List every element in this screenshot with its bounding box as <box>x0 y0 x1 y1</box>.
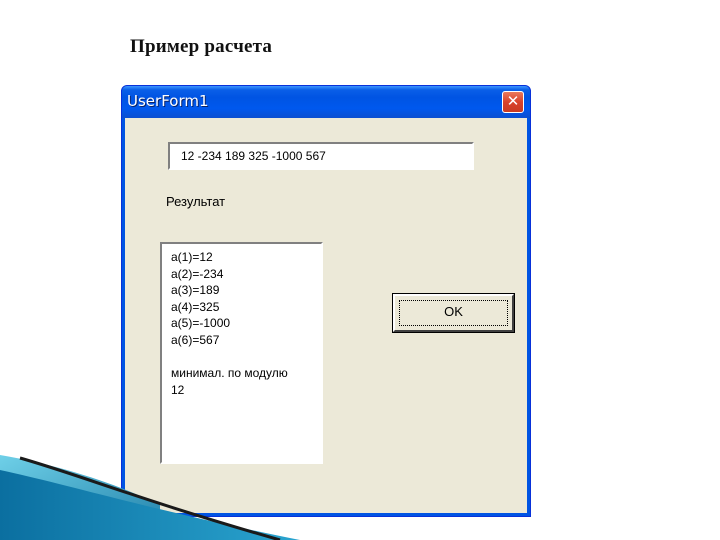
slide-title: Пример расчета <box>130 36 273 57</box>
result-line: a(4)=325 <box>171 299 220 314</box>
decorative-swoosh <box>0 455 300 540</box>
numbers-input[interactable]: 12 -234 189 325 -1000 567 <box>168 142 474 170</box>
result-line <box>171 349 321 366</box>
window-titlebar[interactable]: UserForm1 ✕ <box>122 86 530 118</box>
result-line: a(2)=-234 <box>171 266 224 281</box>
close-button[interactable]: ✕ <box>502 91 524 113</box>
result-line: a(5)=-1000 <box>171 316 231 331</box>
result-line: a(1)=12 <box>171 250 213 264</box>
result-line: 12 <box>171 382 185 397</box>
close-icon: ✕ <box>506 92 520 110</box>
window-title: UserForm1 <box>127 92 209 110</box>
result-line: a(3)=189 <box>171 283 220 298</box>
result-line: минимал. по модулю <box>171 366 288 381</box>
result-line: a(6)=567 <box>171 332 220 347</box>
result-label: Результат <box>166 194 226 209</box>
ok-button[interactable]: OK <box>392 293 515 333</box>
